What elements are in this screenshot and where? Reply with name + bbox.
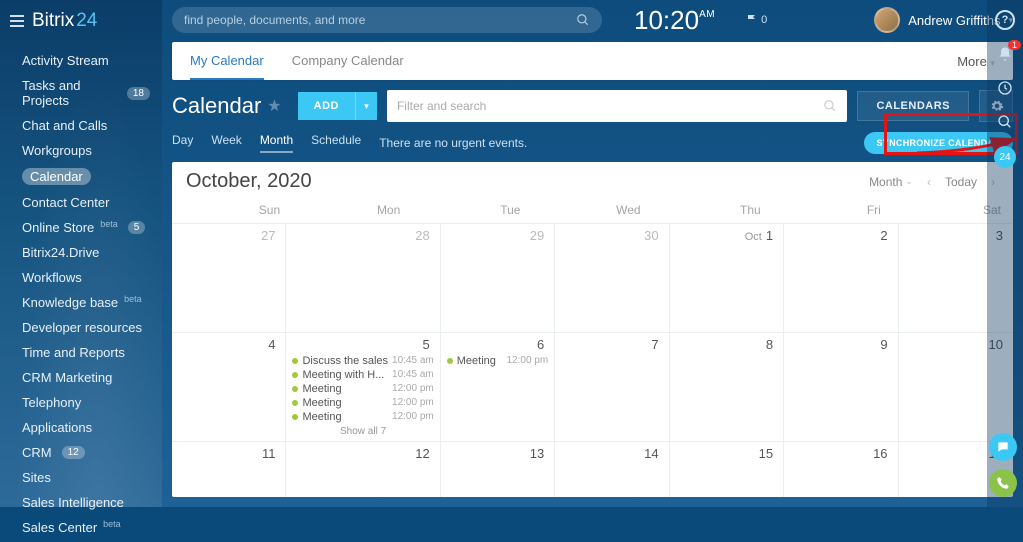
calendar-cell[interactable]: 4 <box>172 333 286 442</box>
today-button[interactable]: Today <box>945 175 977 189</box>
dow-header: Thu <box>653 199 773 223</box>
calendar-cell[interactable]: 28 <box>286 224 440 333</box>
hamburger-icon[interactable] <box>10 15 24 27</box>
dow-header: Fri <box>773 199 893 223</box>
calendar-event[interactable]: Meeting12:00 pm <box>292 396 433 410</box>
notifications-icon[interactable]: 1 <box>995 44 1015 64</box>
clock: 10:20AM <box>634 5 715 36</box>
calendar-cell[interactable]: 6Meeting12:00 pm <box>441 333 555 442</box>
calendar-event[interactable]: Meeting12:00 pm <box>292 410 433 424</box>
search-icon <box>823 99 837 113</box>
prev-button[interactable]: ‹ <box>923 173 935 191</box>
main-area: 10:20AM 0 Andrew Griffiths ▾ My Calendar… <box>162 0 1023 507</box>
view-bar: Day Week Month Schedule There are no urgent… <box>162 128 1023 162</box>
calendar-cell[interactable]: 7 <box>555 333 669 442</box>
sidebar-item-bitrix24-drive[interactable]: Bitrix24.Drive <box>0 240 162 265</box>
calendar-event[interactable]: Meeting12:00 pm <box>447 354 548 368</box>
view-tab-month[interactable]: Month <box>260 133 293 153</box>
calendar-event[interactable]: Meeting with H...10:45 am <box>292 368 433 382</box>
sidebar-item-sales-center[interactable]: Sales Centerbeta <box>0 515 162 540</box>
calendar-cell[interactable]: 9 <box>784 333 898 442</box>
chat-fab[interactable] <box>989 433 1017 461</box>
topbar: 10:20AM 0 Andrew Griffiths ▾ <box>162 0 1023 36</box>
view-select[interactable]: Month ⌄ <box>869 175 913 189</box>
sidebar-item-tasks-and-projects[interactable]: Tasks and Projects18 <box>0 73 162 113</box>
calendar-toolbar: Calendar ★ ADD ▾ CALENDARS <box>162 80 1023 128</box>
sidebar-item-workflows[interactable]: Workflows <box>0 265 162 290</box>
global-search-input[interactable] <box>184 13 576 27</box>
calendar-cell[interactable]: 8 <box>670 333 784 442</box>
global-search[interactable] <box>172 7 602 33</box>
sidebar-item-calendar[interactable]: Calendar <box>0 163 162 190</box>
sidebar-item-time-and-reports[interactable]: Time and Reports <box>0 340 162 365</box>
view-tab-week[interactable]: Week <box>211 133 241 153</box>
urgent-events-text: There are no urgent events. <box>379 136 527 150</box>
sidebar-nav: Activity StreamTasks and Projects18Chat … <box>0 46 162 542</box>
calendar-cell[interactable]: 16 <box>784 442 898 497</box>
sidebar-item-activity-stream[interactable]: Activity Stream <box>0 48 162 73</box>
calendar-cell[interactable]: 5Discuss the sales10:45 amMeeting with H… <box>286 333 440 442</box>
tab-my-calendar[interactable]: My Calendar <box>190 43 264 80</box>
call-fab[interactable] <box>989 469 1017 497</box>
add-dropdown[interactable]: ▾ <box>355 92 377 120</box>
dow-header: Sun <box>172 199 292 223</box>
avatar <box>874 7 900 33</box>
calendar-cell[interactable]: 29 <box>441 224 555 333</box>
calendar-cell[interactable]: 13 <box>441 442 555 497</box>
rail-search-icon[interactable] <box>995 112 1015 132</box>
calendar-event[interactable]: Meeting12:00 pm <box>292 382 433 396</box>
dow-header: Mon <box>292 199 412 223</box>
sidebar: Bitrix24 Activity StreamTasks and Projec… <box>0 0 162 507</box>
sidebar-item-crm[interactable]: CRM12 <box>0 440 162 465</box>
calendar-grid: 27282930Oct12345Discuss the sales10:45 a… <box>172 224 1013 497</box>
sidebar-item-telephony[interactable]: Telephony <box>0 390 162 415</box>
clock-icon[interactable] <box>995 78 1015 98</box>
sidebar-item-sales-intelligence[interactable]: Sales Intelligence <box>0 490 162 515</box>
view-tab-day[interactable]: Day <box>172 133 193 153</box>
calendar-cell[interactable]: 11 <box>172 442 286 497</box>
calendars-button[interactable]: CALENDARS <box>857 91 969 121</box>
sidebar-item-crm-marketing[interactable]: CRM Marketing <box>0 365 162 390</box>
sidebar-item-online-store[interactable]: Online Storebeta5 <box>0 215 162 240</box>
flag-icon <box>747 14 757 26</box>
show-all-events[interactable]: Show all 7 <box>292 426 433 437</box>
calendar-cell[interactable]: 15 <box>670 442 784 497</box>
calendar-cell[interactable]: Oct1 <box>670 224 784 333</box>
right-rail: ? 1 24 <box>987 0 1023 507</box>
filter-search-input[interactable] <box>397 99 823 113</box>
sidebar-item-sites[interactable]: Sites <box>0 465 162 490</box>
dow-header: Tue <box>412 199 532 223</box>
help-icon[interactable]: ? <box>995 10 1015 30</box>
sidebar-item-developer-resources[interactable]: Developer resources <box>0 315 162 340</box>
sidebar-item-contact-center[interactable]: Contact Center <box>0 190 162 215</box>
page-title: Calendar ★ <box>172 93 282 119</box>
calendar-cell[interactable]: 2 <box>784 224 898 333</box>
add-button[interactable]: ADD <box>298 92 355 120</box>
calendar-cell[interactable]: 30 <box>555 224 669 333</box>
calendar-event[interactable]: Discuss the sales10:45 am <box>292 354 433 368</box>
view-tab-schedule[interactable]: Schedule <box>311 133 361 153</box>
calendar-tabs: My CalendarCompany Calendar More ▾ <box>172 42 1013 80</box>
dow-header: Wed <box>532 199 652 223</box>
flag-indicator[interactable]: 0 <box>747 14 767 26</box>
calendar-body: October, 2020 Month ⌄ ‹ Today › SunMonTu… <box>172 162 1013 497</box>
sidebar-item-workgroups[interactable]: Workgroups <box>0 138 162 163</box>
bitrix24-icon[interactable]: 24 <box>994 146 1016 168</box>
tab-company-calendar[interactable]: Company Calendar <box>292 43 404 80</box>
month-title: October, 2020 <box>186 170 312 193</box>
star-icon[interactable]: ★ <box>267 96 281 116</box>
calendar-cell[interactable]: 27 <box>172 224 286 333</box>
filter-search[interactable] <box>387 90 847 122</box>
calendar-cell[interactable]: 12 <box>286 442 440 497</box>
brand-logo: Bitrix24 <box>32 10 97 32</box>
sidebar-item-knowledge-base[interactable]: Knowledge basebeta <box>0 290 162 315</box>
notification-badge: 1 <box>1008 40 1021 50</box>
search-icon <box>576 13 590 27</box>
dow-row: SunMonTueWedThuFriSat <box>172 199 1013 224</box>
sidebar-item-chat-and-calls[interactable]: Chat and Calls <box>0 113 162 138</box>
sidebar-item-applications[interactable]: Applications <box>0 415 162 440</box>
calendar-cell[interactable]: 14 <box>555 442 669 497</box>
